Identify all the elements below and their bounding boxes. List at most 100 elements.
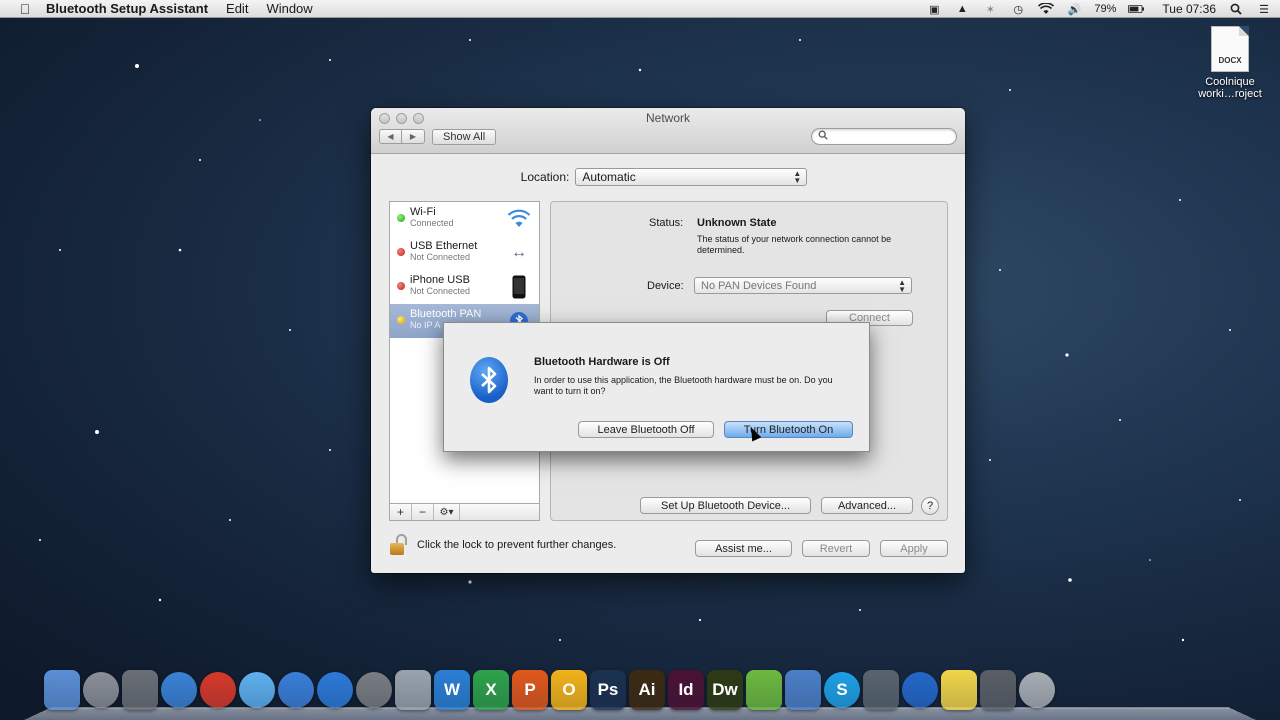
dock-chrome-icon[interactable] [200,672,236,708]
file-extension: DOCX [1218,56,1242,65]
dock-system-preferences-icon[interactable] [356,672,392,708]
menu-edit[interactable]: Edit [226,1,248,16]
service-wifi[interactable]: Wi-Fi Connected [390,202,539,236]
app-menu[interactable]: Bluetooth Setup Assistant [46,1,208,16]
ethernet-arrows-icon: ↔ [511,244,527,261]
docx-file-icon: DOCX [1211,26,1249,72]
search-input[interactable] [831,130,941,143]
dock-itunes-icon[interactable] [278,672,314,708]
apply-button[interactable]: Apply [880,540,948,557]
dock-powerpoint-icon[interactable]: P [512,670,548,710]
dock-trash-icon[interactable] [1019,672,1055,708]
popup-arrows-icon: ▲ ▼ [793,169,802,185]
remove-service-button[interactable]: − [412,504,434,520]
setup-bluetooth-device-button[interactable]: Set Up Bluetooth Device... [640,497,811,514]
status-description: The status of your network connection ca… [697,234,892,255]
dock-word-icon[interactable]: W [434,670,470,710]
alert-message: In order to use this application, the Bl… [534,375,833,396]
screen-record-icon[interactable]: ▣ [926,3,942,16]
dock-skype-icon[interactable]: S [824,672,860,708]
dock-finder-icon[interactable] [44,670,80,710]
dock-photoshop-icon[interactable]: Ps [590,670,626,710]
dock-dreamweaver-icon[interactable]: Dw [707,670,743,710]
service-iphone-usb[interactable]: iPhone USB Not Connected [390,270,539,304]
nav-buttons: ◀ ▶ [379,129,425,144]
service-usb-ethernet[interactable]: USB Ethernet Not Connected ↔ [390,236,539,270]
bluetooth-icon [470,357,508,403]
device-value: No PAN Devices Found [701,279,817,292]
dock-evernote-icon[interactable] [746,670,782,710]
dock-safari-icon[interactable] [161,672,197,708]
dock-excel-icon[interactable]: X [473,670,509,710]
dock-launchpad-icon[interactable] [83,672,119,708]
lock-row: Click the lock to prevent further change… [389,534,616,556]
wifi-icon [507,207,531,231]
assist-me-button[interactable]: Assist me... [695,540,792,557]
lock-text: Click the lock to prevent further change… [417,539,617,551]
battery-icon[interactable] [1128,3,1145,15]
dock-notes-icon[interactable] [941,670,977,710]
dock-imovie-icon[interactable] [863,670,899,710]
dock-apps: W X P O Ps Ai Id Dw S [44,670,1055,710]
dock-downloads-folder-icon[interactable] [980,670,1016,710]
back-arrow-icon[interactable]: ◀ [379,129,402,144]
lock-icon[interactable] [389,534,409,556]
dock-illustrator-icon[interactable]: Ai [629,670,665,710]
service-list-toolbar: + − ⚙▾ [389,503,540,521]
dock-messages-icon[interactable] [239,672,275,708]
iphone-icon [507,275,531,299]
menu-window[interactable]: Window [266,1,312,16]
status-dot-yellow [397,316,405,324]
forward-arrow-icon[interactable]: ▶ [402,129,425,144]
dock-xcode-icon[interactable] [785,670,821,710]
volume-icon[interactable]: 🔊 [1066,3,1082,16]
desktop-file[interactable]: DOCX Coolnique worki…roject [1196,26,1264,100]
dock-app-store-icon[interactable] [317,672,353,708]
location-popup[interactable]: Automatic ▲ ▼ [575,168,808,186]
window-title: Network [645,111,690,125]
leave-bluetooth-off-button[interactable]: Leave Bluetooth Off [578,421,714,438]
dock-outlook-icon[interactable]: O [551,670,587,710]
popup-arrows-icon: ▲ ▼ [898,278,906,294]
device-label: Device: [647,280,684,292]
dock-photo-app-icon[interactable] [122,670,158,710]
window-titlebar[interactable]: Network ◀ ▶ Show All [371,108,965,154]
search-field[interactable] [811,128,957,145]
dock: W X P O Ps Ai Id Dw S [24,668,1256,720]
clock[interactable]: Tue 07:36 [1162,2,1216,16]
gear-icon[interactable]: ⚙▾ [434,504,460,520]
search-icon [818,130,828,143]
spotlight-icon[interactable] [1228,3,1244,15]
time-machine-icon[interactable]: ◷ [1010,3,1026,16]
battery-percent[interactable]: 79% [1094,3,1116,15]
alert-title: Bluetooth Hardware is Off [534,356,670,368]
device-popup[interactable]: No PAN Devices Found ▲ ▼ [694,277,912,294]
dropbox-icon[interactable]: ▲ [954,3,970,15]
turn-bluetooth-on-button[interactable]: Turn Bluetooth On [724,421,853,438]
status-menus: ▣ ▲ ✶ ◷ 🔊 79% Tue 07:36 ☰ [926,0,1272,18]
location-value: Automatic [582,170,636,184]
file-label-line1: Coolnique [1205,76,1255,88]
location-label: Location: [520,170,570,184]
status-dot-green [397,214,405,222]
file-label-line2: worki…roject [1198,88,1262,100]
dock-indesign-icon[interactable]: Id [668,670,704,710]
bluetooth-icon[interactable]: ✶ [982,3,998,16]
location-row: Location: Automatic ▲ ▼ [371,168,965,186]
status-dot-red [397,282,405,290]
dock-bluetooth-assistant-icon[interactable] [902,672,938,708]
dock-utility-icon[interactable] [395,670,431,710]
status-dot-red [397,248,405,256]
status-label: Status: [649,217,684,229]
notification-center-icon[interactable]: ☰ [1256,3,1272,16]
add-service-button[interactable]: + [390,504,412,520]
advanced-button[interactable]: Advanced... [821,497,913,514]
apple-menu-icon[interactable]:  [16,1,34,17]
menu-bar:  Bluetooth Setup Assistant Edit Window … [0,0,1280,18]
status-value: Unknown State [697,217,777,229]
bluetooth-alert-dialog: Bluetooth Hardware is Off In order to us… [443,322,870,452]
revert-button[interactable]: Revert [802,540,870,557]
show-all-button[interactable]: Show All [432,129,497,145]
help-button[interactable]: ? [921,497,939,515]
wifi-icon[interactable] [1038,3,1055,15]
